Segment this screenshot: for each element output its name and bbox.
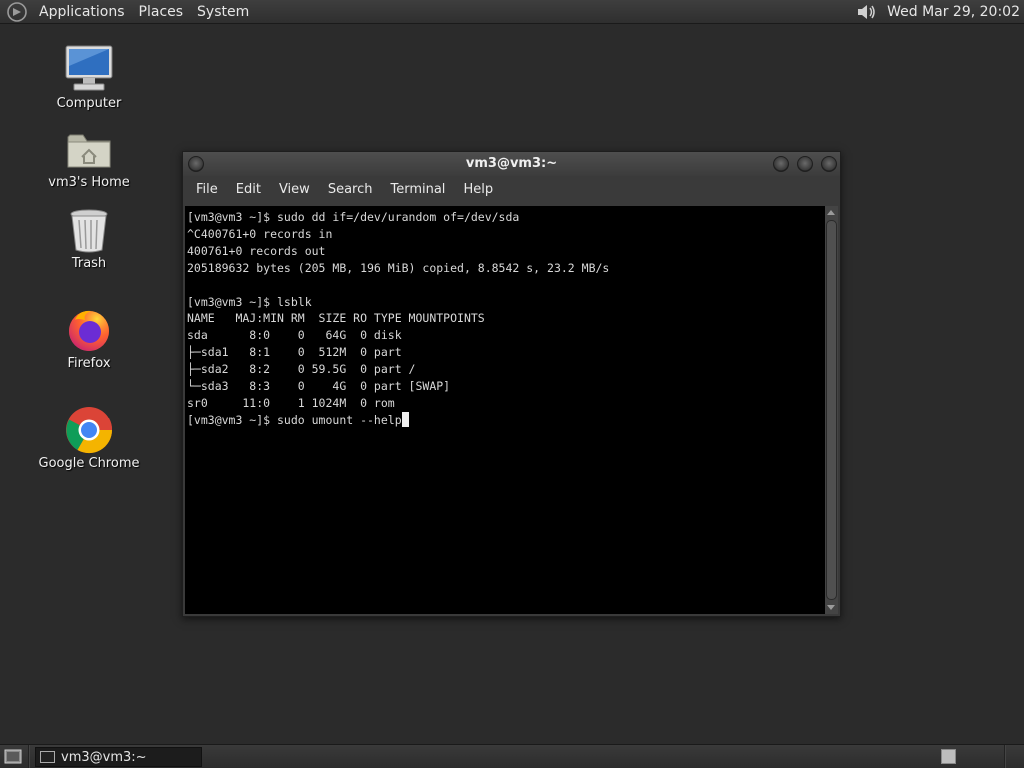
file-menu[interactable]: File	[187, 176, 227, 204]
terminal-text: [vm3@vm3 ~]$ sudo dd if=/dev/urandom of=…	[185, 206, 827, 429]
panel-separator	[1004, 745, 1006, 768]
chrome-label: Google Chrome	[38, 456, 140, 471]
view-menu[interactable]: View	[270, 176, 319, 204]
home-desktop-icon[interactable]: vm3's Home	[24, 127, 154, 190]
maximize-button[interactable]	[797, 156, 813, 172]
show-desktop-icon[interactable]	[4, 749, 22, 764]
terminal-line: NAME MAJ:MIN RM SIZE RO TYPE MOUNTPOINTS	[187, 311, 485, 326]
home-folder-icon	[67, 134, 111, 168]
edit-menu[interactable]: Edit	[227, 176, 270, 204]
firefox-label: Firefox	[67, 356, 111, 371]
terminal-line: sr0 11:0 1 1024M 0 rom	[187, 395, 395, 410]
terminal-line: ├─sda2 8:2 0 59.5G 0 part /	[187, 362, 416, 377]
terminal-line: [vm3@vm3 ~]$ sudo dd if=/dev/urandom of=…	[187, 210, 520, 224]
help-menu[interactable]: Help	[454, 176, 502, 204]
firefox-desktop-icon[interactable]: Firefox	[24, 306, 154, 371]
places-menu[interactable]: Places	[132, 0, 191, 24]
chrome-desktop-icon[interactable]: Google Chrome	[24, 406, 154, 471]
chrome-icon	[66, 407, 113, 454]
terminal-line: [vm3@vm3 ~]$ lsblk	[187, 294, 312, 309]
trash-icon	[70, 209, 108, 253]
text-cursor	[401, 411, 409, 427]
terminal-scrollbar[interactable]	[825, 206, 838, 614]
window-title: vm3@vm3:~	[465, 156, 558, 171]
system-menu[interactable]: System	[190, 0, 256, 24]
computer-icon	[65, 45, 113, 91]
scroll-down-arrow-icon[interactable]	[827, 605, 835, 610]
scroll-up-arrow-icon[interactable]	[827, 210, 835, 215]
computer-desktop-icon[interactable]: Computer	[24, 44, 154, 111]
terminal-line: ^C400761+0 records in	[187, 226, 333, 241]
taskbar-item-label: vm3@vm3:~	[61, 749, 147, 765]
top-panel: Applications Places System Wed Mar 29, 2…	[0, 0, 1024, 24]
terminal-line: 400761+0 records out	[187, 243, 326, 258]
terminal-menu[interactable]: Terminal	[381, 176, 454, 204]
trash-desktop-icon[interactable]: Trash	[24, 208, 154, 271]
trash-label: Trash	[71, 256, 107, 271]
home-label: vm3's Home	[48, 175, 130, 190]
firefox-icon	[69, 310, 109, 351]
workspace-switcher[interactable]	[941, 749, 956, 764]
minimize-button[interactable]	[773, 156, 789, 172]
terminal-menubar: File Edit View Search Terminal Help	[183, 176, 840, 204]
current-command: [vm3@vm3 ~]$ sudo umount --help	[187, 412, 402, 427]
taskbar-item-terminal[interactable]: vm3@vm3:~	[35, 747, 202, 767]
clock[interactable]: Wed Mar 29, 20:02	[887, 4, 1020, 20]
applications-menu[interactable]: Applications	[32, 0, 132, 24]
panel-tray: Wed Mar 29, 20:02	[855, 1, 1024, 23]
close-button[interactable]	[821, 156, 837, 172]
panel-separator	[28, 745, 30, 768]
terminal-prompt-line: [vm3@vm3 ~]$ sudo umount --help	[187, 411, 827, 429]
terminal-window: vm3@vm3:~ File Edit View Search Terminal…	[182, 151, 841, 617]
terminal-output[interactable]: [vm3@vm3 ~]$ sudo dd if=/dev/urandom of=…	[185, 206, 827, 614]
search-menu[interactable]: Search	[319, 176, 382, 204]
bottom-panel: vm3@vm3:~	[0, 744, 1024, 768]
volume-icon[interactable]	[855, 1, 879, 23]
window-titlebar[interactable]: vm3@vm3:~	[183, 152, 840, 176]
terminal-line: 205189632 bytes (205 MB, 196 MiB) copied…	[187, 260, 610, 275]
distro-logo-icon[interactable]	[6, 1, 28, 23]
terminal-line: └─sda3 8:3 0 4G 0 part [SWAP]	[187, 379, 451, 394]
scrollbar-thumb[interactable]	[826, 220, 837, 600]
terminal-line: sda 8:0 0 64G 0 disk	[187, 328, 402, 343]
terminal-app-icon	[40, 751, 55, 763]
terminal-line: ├─sda1 8:1 0 512M 0 part	[187, 345, 402, 360]
computer-label: Computer	[56, 96, 122, 111]
